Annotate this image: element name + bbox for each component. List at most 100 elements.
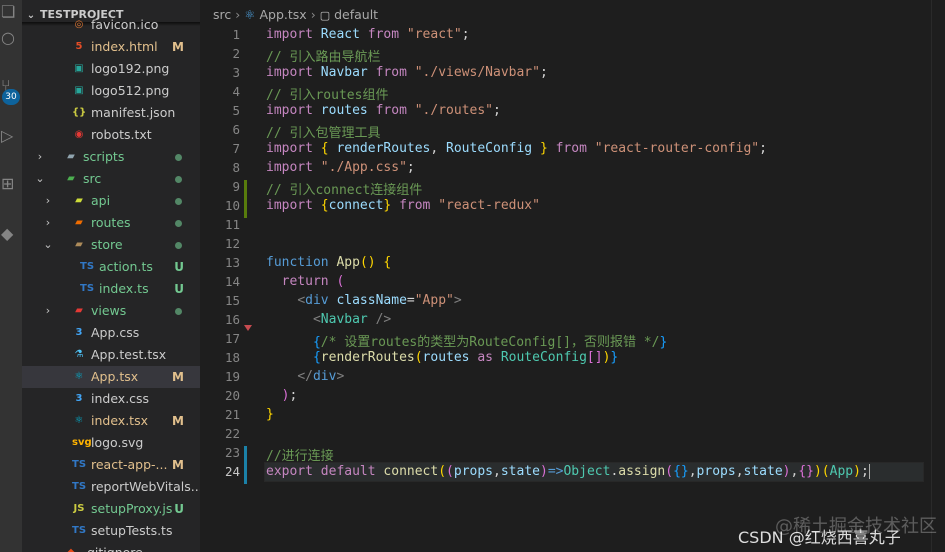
tree-item[interactable]: ⚛ index.tsx M (22, 410, 200, 432)
line-number: 19 (224, 369, 240, 384)
tree-item[interactable]: {} manifest.json (22, 102, 200, 124)
code-line-3[interactable]: import Navbar from "./views/Navbar"; (266, 65, 548, 80)
tree-item[interactable]: › ▰ views (22, 300, 200, 322)
tree-item[interactable]: ▣ logo512.png (22, 80, 200, 102)
git-status-badge: U (174, 282, 184, 296)
code-line-21[interactable]: } (266, 407, 274, 422)
code-line-18[interactable]: {renderRoutes(routes as RouteConfig[])} (266, 350, 618, 365)
code-line-24[interactable]: export default connect((props,state)=>Ob… (266, 464, 870, 479)
tree-item-label: react-app-... (91, 457, 168, 472)
chevron-right-icon[interactable]: › (42, 212, 54, 234)
tree-item[interactable]: ⚗ App.test.tsx (22, 344, 200, 366)
tree-item-label: manifest.json (91, 105, 176, 120)
tree-item[interactable]: ◉ robots.txt (22, 124, 200, 146)
chevron-right-icon[interactable]: › (42, 300, 54, 322)
git-icon: ◆ (64, 547, 78, 552)
chevron-right-icon[interactable]: › (42, 190, 54, 212)
code-line-1[interactable]: import React from "react"; (266, 27, 470, 42)
tree-item-label: routes (91, 215, 131, 230)
code-line-7[interactable]: import { renderRoutes, RouteConfig } fro… (266, 141, 767, 156)
code-line-23[interactable]: //进行连接 (266, 445, 334, 464)
comment-nav: // 引入路由导航栏 (266, 50, 381, 65)
robots-icon: ◉ (74, 129, 84, 140)
code-line-15[interactable]: <div className="App"> (266, 293, 461, 308)
tree-item-label: scripts (83, 149, 125, 164)
code-line-9[interactable]: // 引入connect连接组件 (266, 179, 422, 198)
editor-scrollbar[interactable] (931, 0, 945, 552)
search-icon[interactable]: ○ (0, 26, 22, 50)
breadcrumb-symbol[interactable]: default (334, 7, 378, 22)
tree-item[interactable]: ⌄ ▰ src (22, 168, 200, 190)
tree-item[interactable]: › ▰ api (22, 190, 200, 212)
tree-item[interactable]: › ▰ routes (22, 212, 200, 234)
code-line-5[interactable]: import routes from "./routes"; (266, 103, 501, 118)
extensions-icon[interactable]: ⊞ (0, 172, 22, 196)
line-number: 12 (224, 236, 240, 251)
tree-item-label: setupProxy.js (91, 501, 173, 516)
tree-item[interactable]: ⚛ App.tsx M (22, 366, 200, 388)
ts-icon: TS (72, 459, 87, 470)
string-rrc: "react-router-config" (594, 141, 760, 156)
test-icon: ⚗ (74, 349, 84, 360)
css-icon: 3 (75, 393, 83, 404)
line-number: 2 (232, 46, 240, 61)
string-css: "./App.css" (320, 160, 407, 175)
json-icon: {} (72, 107, 87, 118)
chevron-down-icon[interactable]: ⌄ (42, 234, 54, 256)
tree-item-label: favicon.ico (91, 17, 159, 32)
chevron-down-icon[interactable]: ⌄ (34, 168, 46, 190)
tree-item[interactable]: ◎ favicon.ico (22, 14, 200, 36)
code-line-14[interactable]: return ( (266, 274, 345, 289)
comment-pkg: // 引入包管理工具 (266, 126, 381, 141)
tree-item[interactable]: TS reportWebVitals.... (22, 476, 200, 498)
line-number: 3 (232, 65, 240, 80)
git-status-badge: U (174, 260, 184, 274)
line-number: 23 (224, 445, 240, 460)
line-number: 20 (224, 388, 240, 403)
status-dot (175, 198, 182, 205)
tree-item[interactable]: 5 index.html M (22, 36, 200, 58)
tree-item[interactable]: ▣ logo192.png (22, 58, 200, 80)
code-line-10[interactable]: import {connect} from "react-redux" (266, 198, 540, 213)
tree-item[interactable]: 3 App.css (22, 322, 200, 344)
code-line-17[interactable]: {/* 设置routes的类型为RouteConfig[]，否则报错 */} (266, 331, 667, 350)
tree-item[interactable]: ◆ .gitignore (22, 542, 200, 552)
code-line-16[interactable]: <Navbar /> (266, 312, 391, 327)
run-debug-icon[interactable]: ▷ (0, 124, 22, 148)
breadcrumb-file[interactable]: App.tsx (259, 7, 306, 22)
breadcrumb-folder[interactable]: src (213, 7, 231, 22)
activity-bar: ❏ ○ ⑂ 30 ▷ ⊞ ◆ (0, 0, 22, 552)
tree-item[interactable]: TS setupTests.ts (22, 520, 200, 542)
status-dot (175, 308, 182, 315)
files-icon[interactable]: ❏ (0, 0, 22, 24)
tree-item[interactable]: ⌄ ▰ store (22, 234, 200, 256)
docker-icon[interactable]: ◆ (0, 222, 22, 246)
line-number: 13 (224, 255, 240, 270)
tree-item[interactable]: TS index.ts U (22, 278, 200, 300)
code-line-2[interactable]: // 引入路由导航栏 (266, 46, 380, 65)
comment-connect: // 引入connect连接组件 (266, 183, 423, 198)
tree-item[interactable]: JS setupProxy.js U (22, 498, 200, 520)
html5-icon: 5 (75, 41, 83, 52)
chevron-right-icon: › (235, 7, 241, 22)
line-number: 21 (224, 407, 240, 422)
string-navbar: "./views/Navbar" (414, 65, 540, 80)
chevron-right-icon[interactable]: › (34, 146, 46, 168)
explorer-sidebar: ⌄ TESTPROJECT ◎ favicon.ico 5 index.html M ▣ lo… (22, 0, 200, 552)
line-number: 7 (232, 141, 240, 156)
tree-item[interactable]: › ▰ scripts (22, 146, 200, 168)
tree-item[interactable]: TS react-app-... M (22, 454, 200, 476)
code-line-4[interactable]: // 引入routes组件 (266, 84, 388, 103)
code-line-20[interactable]: ); (266, 388, 298, 403)
code-line-19[interactable]: </div> (266, 369, 344, 384)
tree-item[interactable]: svg logo.svg (22, 432, 200, 454)
line-number: 18 (224, 350, 240, 365)
code-line-8[interactable]: import "./App.css"; (266, 160, 415, 175)
tree-item[interactable]: 3 index.css (22, 388, 200, 410)
tree-item-label: .gitignore (83, 542, 143, 552)
code-line-13[interactable]: function App() { (266, 255, 391, 270)
code-line-6[interactable]: // 引入包管理工具 (266, 122, 380, 141)
tree-item[interactable]: TS action.ts U (22, 256, 200, 278)
comment-routes: // 引入routes组件 (266, 88, 389, 103)
modified-lines-marker (244, 446, 247, 484)
